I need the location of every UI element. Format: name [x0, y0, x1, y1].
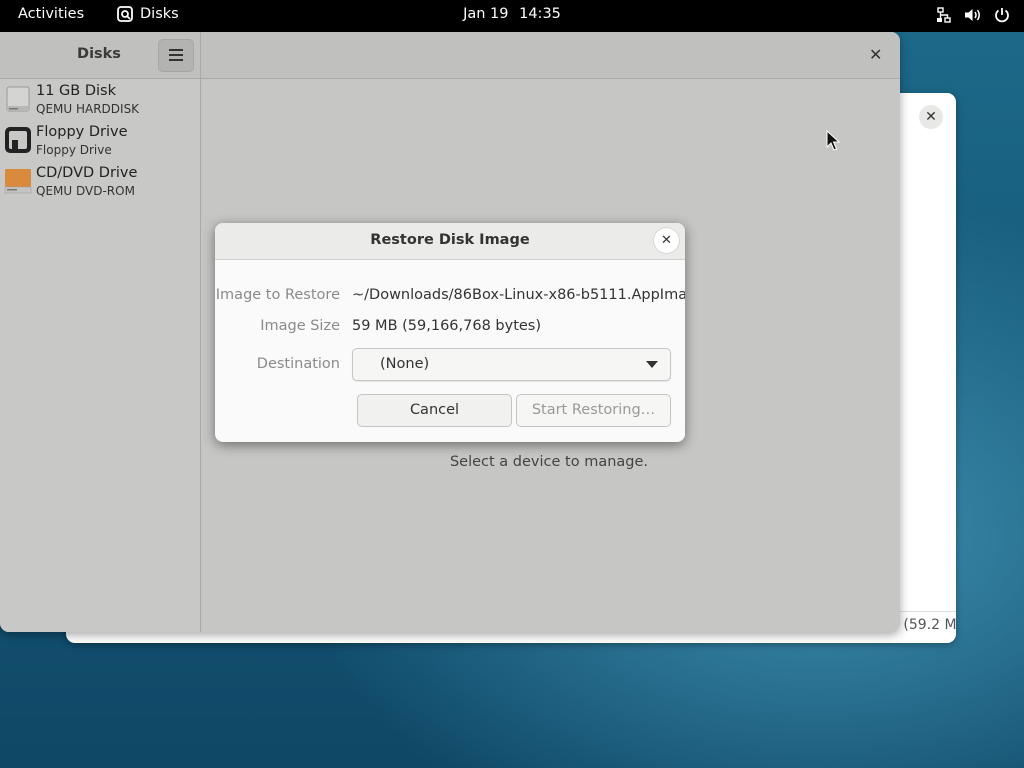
device-item-harddisk[interactable]: 11 GB Disk QEMU HARDDISK: [4, 81, 196, 119]
image-size-value: 59 MB (59,166,768 bytes): [352, 318, 542, 334]
floppy-icon: [5, 127, 31, 153]
content-header: ✕: [201, 32, 900, 79]
clock-date: Jan 19: [463, 6, 509, 22]
cancel-button[interactable]: Cancel: [357, 394, 512, 427]
mouse-pointer-icon: [826, 130, 840, 151]
volume-icon[interactable]: [964, 7, 982, 23]
destination-label: Destination: [256, 356, 340, 372]
restore-disk-image-dialog: Restore Disk Image ✕ Image to Restore ~/…: [215, 223, 685, 442]
hamburger-menu-icon: [169, 49, 183, 61]
background-close-button[interactable]: ✕: [919, 105, 943, 129]
chevron-down-icon: [646, 361, 658, 368]
dialog-title: Restore Disk Image: [370, 232, 530, 248]
harddisk-icon: [6, 86, 30, 112]
close-icon[interactable]: ✕: [869, 45, 882, 64]
device-name: Floppy Drive: [36, 124, 128, 140]
empty-state-message: Select a device to manage.: [449, 454, 649, 470]
device-item-optical[interactable]: CD/DVD Drive QEMU DVD-ROM: [4, 163, 196, 201]
device-list: 11 GB Disk QEMU HARDDISK Floppy Drive Fl…: [0, 79, 201, 632]
device-name: CD/DVD Drive: [36, 165, 138, 181]
image-to-restore-value: ~/Downloads/86Box-Linux-x86-b5111.AppIma…: [352, 287, 685, 303]
device-name: 11 GB Disk: [36, 83, 116, 99]
network-icon[interactable]: [936, 7, 952, 23]
power-icon[interactable]: [994, 7, 1010, 23]
device-subtitle: QEMU DVD-ROM: [36, 184, 135, 198]
dialog-header: Restore Disk Image ✕: [215, 223, 685, 260]
destination-dropdown[interactable]: (None): [352, 348, 671, 381]
clock-time: 14:35: [519, 6, 561, 22]
system-tray[interactable]: [936, 7, 1010, 23]
start-restoring-button[interactable]: Start Restoring…: [516, 394, 671, 427]
image-size-label: Image Size: [260, 318, 340, 334]
optical-drive-icon: [4, 169, 32, 194]
device-subtitle: QEMU HARDDISK: [36, 102, 140, 116]
clock[interactable]: Jan 19 14:35: [0, 6, 1024, 22]
main-menu-button[interactable]: [158, 39, 194, 72]
top-bar: Activities Disks Jan 19 14:35: [0, 0, 1024, 32]
device-item-floppy[interactable]: Floppy Drive Floppy Drive: [4, 122, 196, 160]
destination-selected-value: (None): [380, 356, 430, 372]
sidebar-header: Disks: [0, 32, 201, 79]
device-subtitle: Floppy Drive: [36, 143, 112, 157]
dialog-close-button[interactable]: ✕: [654, 228, 679, 253]
image-to-restore-label: Image to Restore: [215, 287, 340, 303]
